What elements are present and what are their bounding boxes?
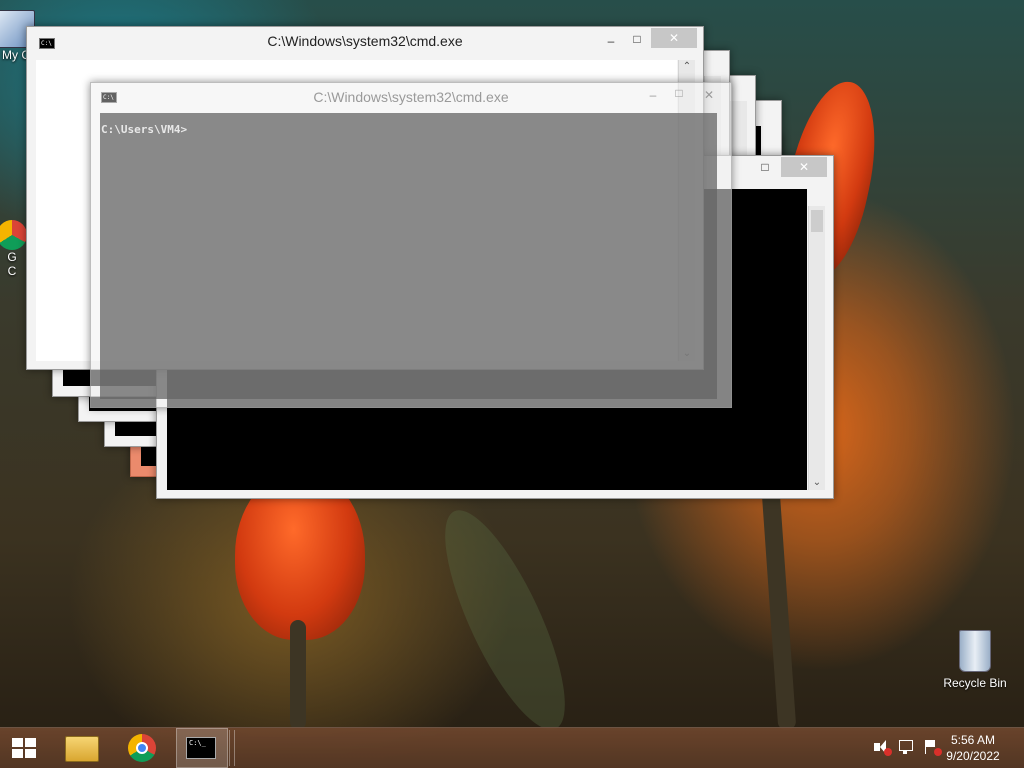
- wallpaper-stem-right: [761, 489, 797, 731]
- taskbar-stack-indicator: [229, 730, 235, 766]
- wallpaper-stem-center: [290, 620, 306, 730]
- title-bar[interactable]: C:\ C:\Windows\system32\cmd.exe – □ ✕: [27, 27, 703, 57]
- scroll-down-arrow-icon[interactable]: ⌄: [809, 476, 825, 490]
- recycle-bin-icon: [959, 630, 991, 672]
- clock-time: 5:56 AM: [950, 733, 996, 747]
- network-icon[interactable]: [897, 738, 915, 756]
- clock-date: 9/20/2022: [946, 749, 1000, 763]
- taskbar-file-explorer[interactable]: [56, 728, 106, 768]
- scrollbar-thumb[interactable]: [811, 210, 823, 232]
- command-prompt-text: C:\Users\VM4>: [101, 123, 188, 136]
- maximize-button[interactable]: □: [627, 29, 647, 49]
- file-explorer-icon: [65, 736, 99, 762]
- windows-logo-icon: [12, 738, 36, 758]
- wallpaper-leaf: [422, 496, 588, 744]
- desktop-icon-label: Recycle Bin: [943, 676, 1007, 690]
- close-button[interactable]: ✕: [781, 157, 827, 177]
- maximize-button[interactable]: □: [755, 157, 775, 177]
- chrome-icon: [128, 734, 156, 762]
- taskbar-cmd[interactable]: C:\_: [176, 728, 228, 768]
- close-button[interactable]: ✕: [651, 28, 697, 48]
- taskbar-chrome[interactable]: [118, 728, 168, 768]
- taskbar: C:\_ 5:56 AM 9/20/2022: [0, 727, 1024, 768]
- start-button[interactable]: [0, 728, 48, 768]
- close-button[interactable]: ✕: [699, 85, 719, 105]
- chrome-desktop-icon: [0, 220, 27, 250]
- scroll-up-arrow-icon[interactable]: ⌃: [679, 60, 695, 74]
- cmd-icon: C:\_: [186, 737, 216, 759]
- cmd-window-dragging-ghost[interactable]: C:\ C:\Windows\system32\cmd.exe – □ ✕ C:…: [90, 82, 732, 408]
- vertical-scrollbar[interactable]: ⌄: [808, 206, 825, 490]
- window-title: C:\Windows\system32\cmd.exe: [313, 89, 509, 105]
- desktop-icon-recycle-bin[interactable]: Recycle Bin: [935, 630, 1015, 690]
- taskbar-clock[interactable]: 5:56 AM 9/20/2022: [938, 732, 1008, 764]
- minimize-button[interactable]: –: [643, 85, 663, 105]
- minimize-button[interactable]: –: [601, 31, 621, 51]
- maximize-button[interactable]: □: [669, 83, 689, 103]
- volume-muted-icon[interactable]: [872, 738, 892, 756]
- console-area: C:\Users\VM4>: [100, 113, 717, 399]
